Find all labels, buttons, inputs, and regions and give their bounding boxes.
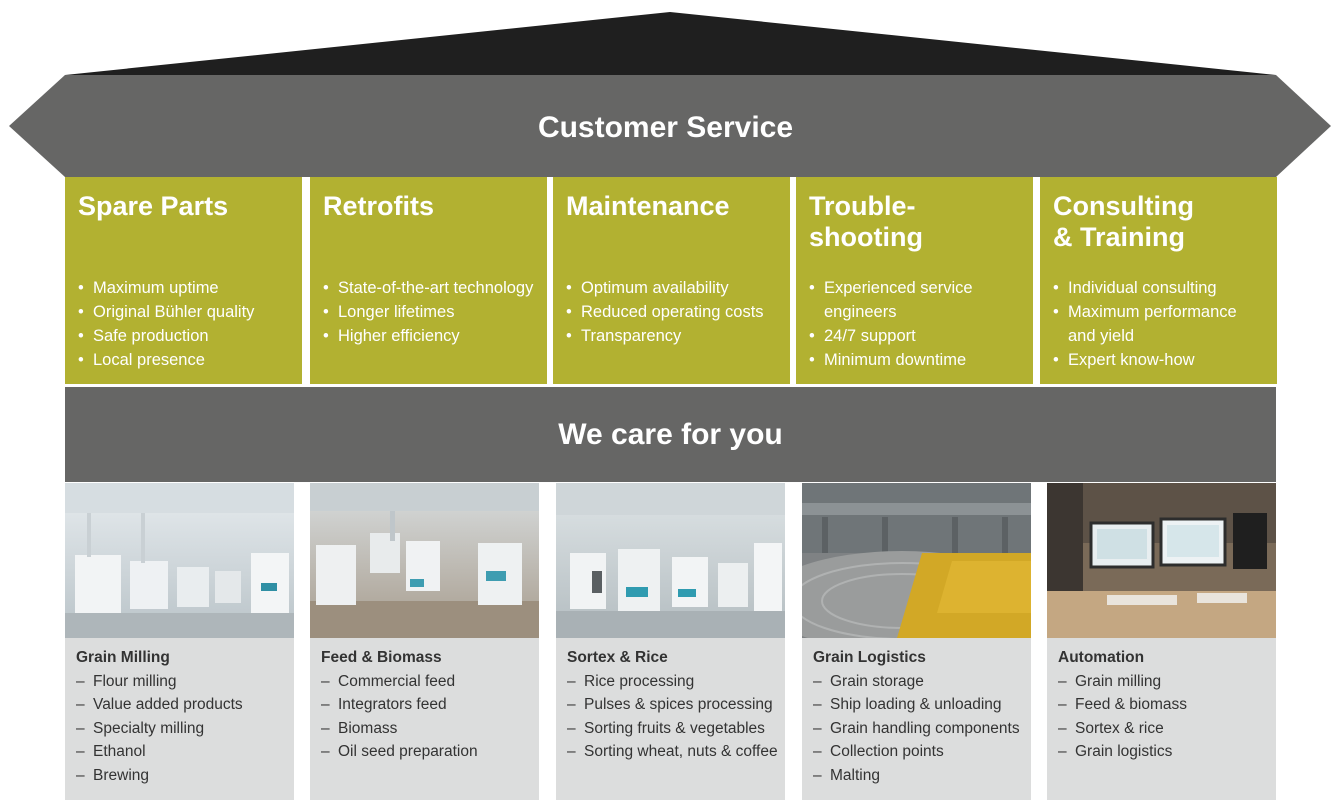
pillar-item: Optimum availability	[566, 276, 778, 300]
silo-photo	[802, 483, 1031, 638]
pillar-title: Consulting & Training	[1053, 191, 1194, 252]
pillar-item: Longer lifetimes	[323, 300, 535, 324]
pillar-item: Minimum downtime	[809, 348, 1021, 372]
segment-list: Grain storage Ship loading & unloading G…	[813, 670, 1027, 788]
segment-automation: Automation Grain milling Feed & biomass …	[1047, 483, 1276, 800]
pillar-title: Maintenance	[566, 191, 730, 221]
segment-item: Brewing	[76, 764, 290, 788]
roof-peak	[65, 12, 1276, 75]
pillar-item: Higher efficiency	[323, 324, 535, 348]
segment-item: Malting	[813, 764, 1027, 788]
pillar-consulting-training: Consulting & Training Individual consult…	[1040, 177, 1277, 384]
segment-text: Automation Grain milling Feed & biomass …	[1058, 646, 1272, 764]
pillar-retrofits: Retrofits State-of-the-art technology Lo…	[310, 177, 547, 384]
pillar-item: Expert know-how	[1053, 348, 1265, 372]
pillar-spare-parts: Spare Parts Maximum uptime Original Bühl…	[65, 177, 302, 384]
pillar-item: Experienced service engineers	[809, 276, 1021, 324]
roof-title: Customer Service	[537, 111, 794, 144]
pillar-item: Maximum performance and yield	[1053, 300, 1265, 348]
pillar-item: Original Bühler quality	[78, 300, 290, 324]
segment-feed-biomass: Feed & Biomass Commercial feed Integrato…	[310, 483, 539, 800]
segment-item: Sorting wheat, nuts & coffee	[567, 740, 781, 764]
segment-item: Oil seed preparation	[321, 740, 535, 764]
segment-item: Biomass	[321, 717, 535, 741]
segment-item: Grain milling	[1058, 670, 1272, 694]
pillar-item: Maximum uptime	[78, 276, 290, 300]
segment-item: Ethanol	[76, 740, 290, 764]
pillar-maintenance: Maintenance Optimum availability Reduced…	[553, 177, 790, 384]
pillar-list: Optimum availability Reduced operating c…	[566, 276, 778, 348]
pillar-list: State-of-the-art technology Longer lifet…	[323, 276, 535, 348]
segment-grain-milling: Grain Milling Flour milling Value added …	[65, 483, 294, 800]
pillar-list: Maximum uptime Original Bühler quality S…	[78, 276, 290, 372]
segment-item: Commercial feed	[321, 670, 535, 694]
pillar-item: 24/7 support	[809, 324, 1021, 348]
pillar-title: Retrofits	[323, 191, 435, 221]
pillar-list: Experienced service engineers 24/7 suppo…	[809, 276, 1021, 372]
segment-text: Grain Milling Flour milling Value added …	[76, 646, 290, 787]
segment-item: Feed & biomass	[1058, 693, 1272, 717]
segment-item: Specialty milling	[76, 717, 290, 741]
segment-list: Flour milling Value added products Speci…	[76, 670, 290, 788]
segment-item: Sortex & rice	[1058, 717, 1272, 741]
pillar-item: Reduced operating costs	[566, 300, 778, 324]
segment-item: Grain storage	[813, 670, 1027, 694]
segment-list: Rice processing Pulses & spices processi…	[567, 670, 781, 764]
segment-item: Collection points	[813, 740, 1027, 764]
segment-text: Grain Logistics Grain storage Ship loadi…	[813, 646, 1027, 787]
segment-grain-logistics: Grain Logistics Grain storage Ship loadi…	[802, 483, 1031, 800]
segment-title: Sortex & Rice	[567, 649, 668, 666]
segment-item: Flour milling	[76, 670, 290, 694]
segment-item: Grain logistics	[1058, 740, 1272, 764]
segment-sortex-rice: Sortex & Rice Rice processing Pulses & s…	[556, 483, 785, 800]
segment-title: Grain Milling	[76, 649, 170, 666]
pillar-list: Individual consulting Maximum performanc…	[1053, 276, 1265, 372]
pillar-item: Individual consulting	[1053, 276, 1265, 300]
segment-item: Value added products	[76, 693, 290, 717]
pillar-troubleshooting: Trouble- shooting Experienced service en…	[796, 177, 1033, 384]
roof	[9, 12, 1331, 177]
segment-title: Grain Logistics	[813, 649, 926, 666]
segment-item: Integrators feed	[321, 693, 535, 717]
mill-photo	[65, 483, 294, 638]
sortex-photo	[556, 483, 785, 638]
segment-item: Ship loading & unloading	[813, 693, 1027, 717]
segment-text: Sortex & Rice Rice processing Pulses & s…	[567, 646, 781, 764]
pillar-title: Spare Parts	[78, 191, 229, 221]
control-room-photo	[1047, 483, 1276, 638]
pillar-item: State-of-the-art technology	[323, 276, 535, 300]
feed-photo	[310, 483, 539, 638]
segment-title: Feed & Biomass	[321, 649, 442, 666]
segment-list: Commercial feed Integrators feed Biomass…	[321, 670, 535, 764]
segment-item: Pulses & spices processing	[567, 693, 781, 717]
segment-item: Rice processing	[567, 670, 781, 694]
we-care-band: We care for you	[65, 387, 1276, 482]
pillar-item: Transparency	[566, 324, 778, 348]
segment-item: Sorting fruits & vegetables	[567, 717, 781, 741]
pillar-title: Trouble- shooting	[809, 191, 923, 252]
segment-item: Grain handling components	[813, 717, 1027, 741]
segment-list: Grain milling Feed & biomass Sortex & ri…	[1058, 670, 1272, 764]
pillar-item: Safe production	[78, 324, 290, 348]
segment-text: Feed & Biomass Commercial feed Integrato…	[321, 646, 535, 764]
segment-title: Automation	[1058, 649, 1145, 666]
pillar-item: Local presence	[78, 348, 290, 372]
